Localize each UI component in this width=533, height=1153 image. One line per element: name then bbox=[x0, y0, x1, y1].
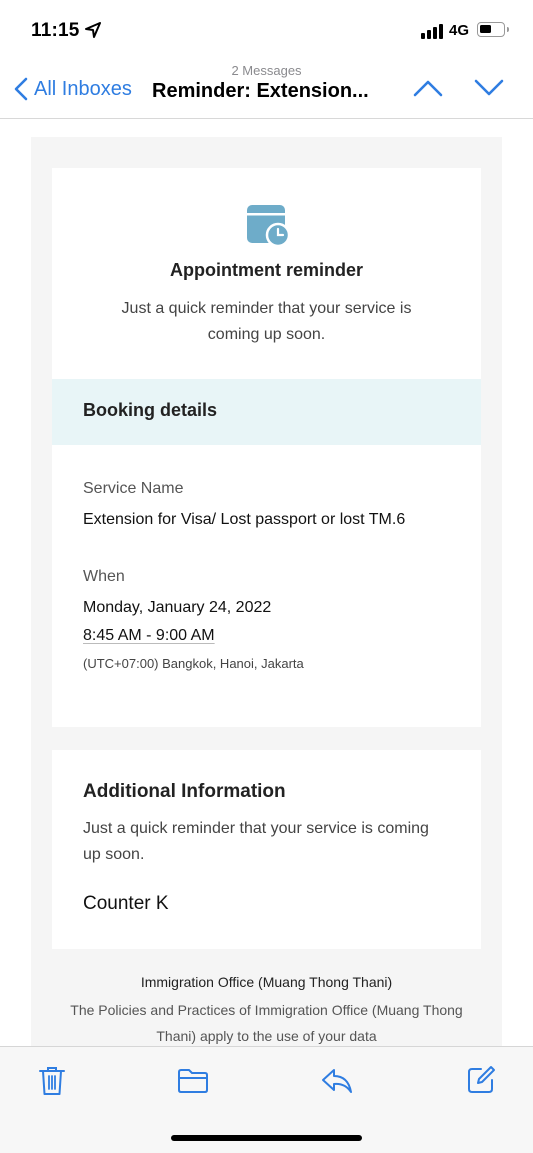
chevron-left-icon bbox=[14, 77, 28, 101]
service-name-label: Service Name bbox=[83, 480, 184, 497]
counter-label: Counter K bbox=[83, 893, 169, 914]
policy-text: The Policies and Practices of Immigratio… bbox=[70, 1002, 463, 1044]
home-indicator bbox=[171, 1135, 362, 1141]
folder-icon[interactable] bbox=[177, 1068, 209, 1094]
network-type: 4G bbox=[449, 22, 470, 39]
battery-icon bbox=[477, 22, 509, 37]
message-count: 2 Messages bbox=[231, 63, 302, 78]
additional-info-body: Just a quick reminder that your service … bbox=[83, 820, 429, 863]
next-message-button[interactable] bbox=[473, 78, 505, 98]
previous-message-button[interactable] bbox=[412, 78, 444, 98]
booking-details-title: Booking details bbox=[83, 400, 218, 420]
appointment-time[interactable]: 8:45 AM - 9:00 AM bbox=[83, 627, 215, 645]
when-label: When bbox=[83, 568, 125, 585]
status-bar: 11:15 4G bbox=[0, 0, 533, 60]
appointment-timezone: (UTC+07:00) Bangkok, Hanoi, Jakarta bbox=[83, 656, 304, 671]
office-name: Immigration Office (Muang Thong Thani) bbox=[140, 974, 393, 990]
additional-info-title: Additional Information bbox=[83, 781, 286, 802]
back-label: All Inboxes bbox=[34, 77, 132, 100]
appointment-title: Appointment reminder bbox=[169, 260, 363, 280]
appointment-date: Monday, January 24, 2022 bbox=[83, 599, 272, 616]
service-name-value: Extension for Visa/ Lost passport or los… bbox=[83, 511, 406, 528]
mail-nav-bar: 2 Messages All Inboxes Reminder: Extensi… bbox=[0, 60, 533, 119]
status-time: 11:15 bbox=[31, 20, 80, 41]
signal-bars-icon bbox=[421, 23, 445, 39]
compose-icon[interactable] bbox=[466, 1065, 496, 1095]
calendar-clock-icon bbox=[247, 205, 291, 248]
reply-icon[interactable] bbox=[321, 1067, 353, 1095]
back-button[interactable]: All Inboxes bbox=[14, 77, 132, 101]
location-arrow-icon bbox=[85, 22, 101, 38]
trash-icon[interactable] bbox=[38, 1065, 66, 1097]
email-subject: Reminder: Extension... bbox=[152, 80, 369, 102]
appointment-subtitle: Just a quick reminder that your service … bbox=[121, 300, 412, 343]
